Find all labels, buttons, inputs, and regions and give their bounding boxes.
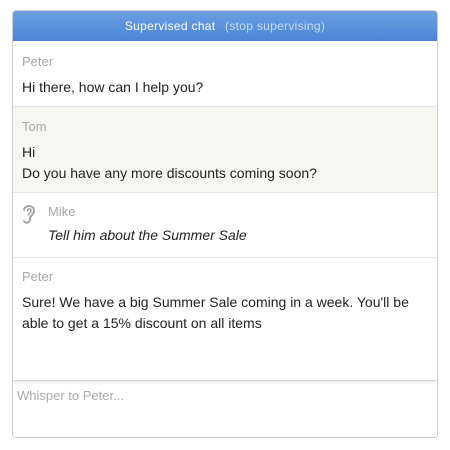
- message-sender: Peter: [22, 54, 54, 69]
- message-text: Hi Do you have any more discounts coming…: [22, 144, 317, 181]
- message-text: Tell him about the Summer Sale: [48, 227, 247, 243]
- chat-title: Supervised chat: [124, 19, 216, 33]
- message-item-whisper: Mike Tell him about the Summer Sale: [13, 193, 437, 258]
- message-sender: Peter: [22, 269, 54, 284]
- ear-icon: [23, 205, 36, 224]
- message-sender: Mike: [48, 204, 76, 219]
- chat-header: Supervised chat (stop supervising): [13, 11, 437, 41]
- message-item-agent: Peter Hi there, how can I help you?: [13, 41, 437, 107]
- whisper-input[interactable]: [13, 381, 437, 437]
- supervised-chat-window: Supervised chat (stop supervising) Peter…: [12, 10, 438, 438]
- message-item-agent: Peter Sure! We have a big Summer Sale co…: [13, 258, 437, 381]
- message-list: Peter Hi there, how can I help you? Tom …: [13, 41, 437, 381]
- message-text: Sure! We have a big Summer Sale coming i…: [22, 294, 409, 331]
- message-item-customer: Tom Hi Do you have any more discounts co…: [13, 107, 437, 193]
- message-sender: Tom: [22, 119, 47, 134]
- stop-supervising-link[interactable]: (stop supervising): [225, 19, 325, 33]
- message-text: Hi there, how can I help you?: [22, 79, 204, 95]
